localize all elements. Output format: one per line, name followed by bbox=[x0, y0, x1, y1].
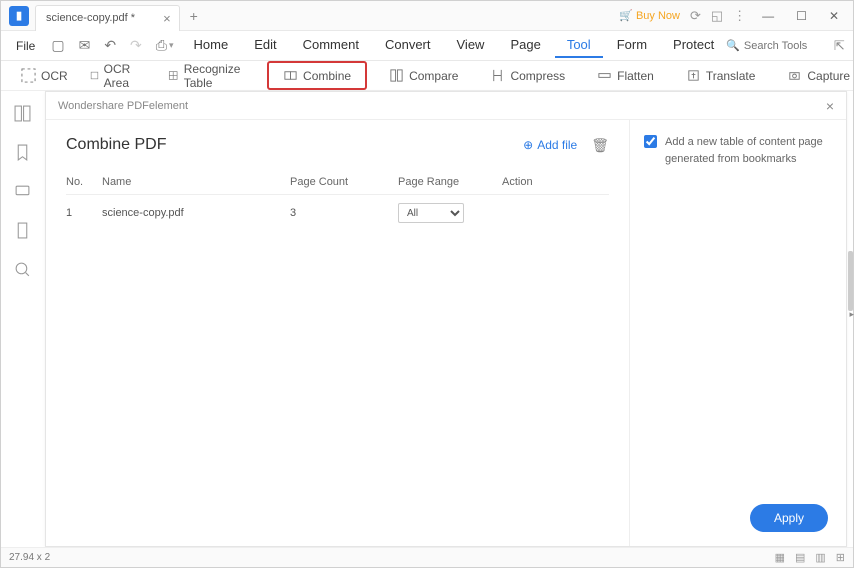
status-icon[interactable]: ⊞ bbox=[836, 551, 845, 564]
kebab-icon[interactable]: ⋮ bbox=[733, 8, 746, 24]
main: Wondershare PDFelement × Combine PDF ⊕ A… bbox=[1, 91, 853, 547]
thumbnails-icon[interactable] bbox=[14, 105, 31, 122]
save-icon[interactable]: ▢ bbox=[44, 37, 71, 54]
menu-convert[interactable]: Convert bbox=[373, 33, 443, 58]
table-row[interactable]: 1 science-copy.pdf 3 All bbox=[66, 195, 609, 231]
comment-icon[interactable] bbox=[14, 183, 31, 200]
panel-left: Combine PDF ⊕ Add file 🗑 No. Name Page C… bbox=[46, 120, 630, 546]
search-input[interactable] bbox=[744, 40, 824, 52]
apply-button[interactable]: Apply bbox=[750, 504, 828, 532]
translate-button[interactable]: Translate bbox=[676, 64, 766, 87]
col-no: No. bbox=[66, 176, 102, 188]
status-icon[interactable]: ▤ bbox=[795, 551, 805, 564]
maximize-button[interactable]: ☐ bbox=[790, 9, 813, 23]
status-icon[interactable]: ▥ bbox=[815, 551, 825, 564]
combine-panel: Wondershare PDFelement × Combine PDF ⊕ A… bbox=[45, 91, 847, 547]
trash-icon[interactable]: 🗑 bbox=[591, 137, 609, 154]
cell-page-count: 3 bbox=[290, 207, 398, 219]
menu-form[interactable]: Form bbox=[605, 33, 659, 58]
scrollbar[interactable] bbox=[848, 251, 853, 311]
flatten-button[interactable]: Flatten bbox=[587, 64, 664, 87]
sidebar bbox=[1, 91, 43, 547]
status-icon[interactable]: ▦ bbox=[775, 551, 785, 564]
menu-protect[interactable]: Protect bbox=[661, 33, 726, 58]
cell-name: science-copy.pdf bbox=[102, 207, 290, 219]
panel-title: Combine PDF bbox=[66, 136, 166, 154]
status-bar: 27.94 x 2 ▦ ▤ ▥ ⊞ bbox=[1, 547, 853, 567]
col-action: Action bbox=[502, 176, 609, 188]
panel-header: Wondershare PDFelement × bbox=[46, 92, 846, 120]
menu-edit[interactable]: Edit bbox=[242, 33, 288, 58]
combine-button[interactable]: Combine bbox=[267, 61, 367, 90]
find-icon[interactable] bbox=[14, 261, 31, 278]
main-menu: Home Edit Comment Convert View Page Tool… bbox=[182, 33, 727, 58]
toc-checkbox[interactable] bbox=[644, 135, 657, 148]
menu-page[interactable]: Page bbox=[498, 33, 552, 58]
col-name: Name bbox=[102, 176, 290, 188]
status-dimensions: 27.94 x 2 bbox=[9, 552, 50, 563]
table-header: No. Name Page Count Page Range Action bbox=[66, 170, 609, 195]
recognize-table-button[interactable]: Recognize Table bbox=[158, 58, 255, 94]
cart-icon: 🛒 bbox=[619, 9, 633, 22]
topbar: File ▢ ✉ ↶ ↷ ⎙▾ Home Edit Comment Conver… bbox=[1, 31, 853, 61]
toc-label: Add a new table of content page generate… bbox=[665, 134, 832, 167]
titlebar: ▮ science-copy.pdf * × + 🛒 Buy Now ⟳ ◱ ⋮… bbox=[1, 1, 853, 31]
bookmark-icon[interactable] bbox=[14, 144, 31, 161]
search-tools[interactable]: 🔍 bbox=[726, 39, 824, 52]
expand-icon[interactable]: ▸ bbox=[849, 309, 854, 320]
search-icon: 🔍 bbox=[726, 39, 740, 52]
plus-icon: ⊕ bbox=[523, 138, 533, 152]
attachment-icon[interactable] bbox=[14, 222, 31, 239]
app-icon: ▮ bbox=[9, 6, 29, 26]
panel-right: Add a new table of content page generate… bbox=[630, 120, 846, 546]
close-button[interactable]: ✕ bbox=[823, 9, 845, 23]
page-range-select[interactable]: All bbox=[398, 203, 464, 223]
new-tab-button[interactable]: + bbox=[190, 8, 198, 24]
redo-icon[interactable]: ↷ bbox=[123, 37, 149, 54]
capture-button[interactable]: Capture bbox=[777, 64, 854, 87]
col-page-range: Page Range bbox=[398, 176, 502, 188]
minimize-button[interactable]: — bbox=[756, 9, 780, 23]
menu-tool[interactable]: Tool bbox=[555, 33, 603, 58]
ocr-button[interactable]: OCR bbox=[11, 64, 78, 87]
panel-header-label: Wondershare PDFelement bbox=[58, 100, 188, 112]
cell-no: 1 bbox=[66, 207, 102, 219]
panel-close-icon[interactable]: × bbox=[826, 98, 834, 114]
refresh-icon[interactable]: ⟳ bbox=[690, 8, 701, 24]
ocr-area-button[interactable]: OCR Area bbox=[80, 58, 147, 94]
tool-toolbar: OCR OCR Area Recognize Table Combine Com… bbox=[1, 61, 853, 91]
toc-checkbox-row[interactable]: Add a new table of content page generate… bbox=[644, 134, 832, 167]
menu-home[interactable]: Home bbox=[182, 33, 241, 58]
undo-icon[interactable]: ↶ bbox=[97, 37, 123, 54]
tab-title: science-copy.pdf * bbox=[46, 12, 135, 24]
file-menu[interactable]: File bbox=[7, 39, 44, 53]
compress-button[interactable]: Compress bbox=[480, 64, 575, 87]
menu-view[interactable]: View bbox=[445, 33, 497, 58]
mail-icon[interactable]: ✉ bbox=[72, 37, 98, 54]
document-tab[interactable]: science-copy.pdf * × bbox=[35, 5, 180, 31]
close-icon[interactable]: × bbox=[163, 11, 171, 26]
compare-button[interactable]: Compare bbox=[379, 64, 468, 87]
col-page-count: Page Count bbox=[290, 176, 398, 188]
share-icon[interactable]: ⇱ bbox=[834, 38, 845, 54]
menu-comment[interactable]: Comment bbox=[291, 33, 371, 58]
popup-icon[interactable]: ◱ bbox=[711, 8, 723, 24]
add-file-button[interactable]: ⊕ Add file bbox=[523, 138, 577, 152]
buy-now-link[interactable]: 🛒 Buy Now bbox=[619, 9, 680, 22]
